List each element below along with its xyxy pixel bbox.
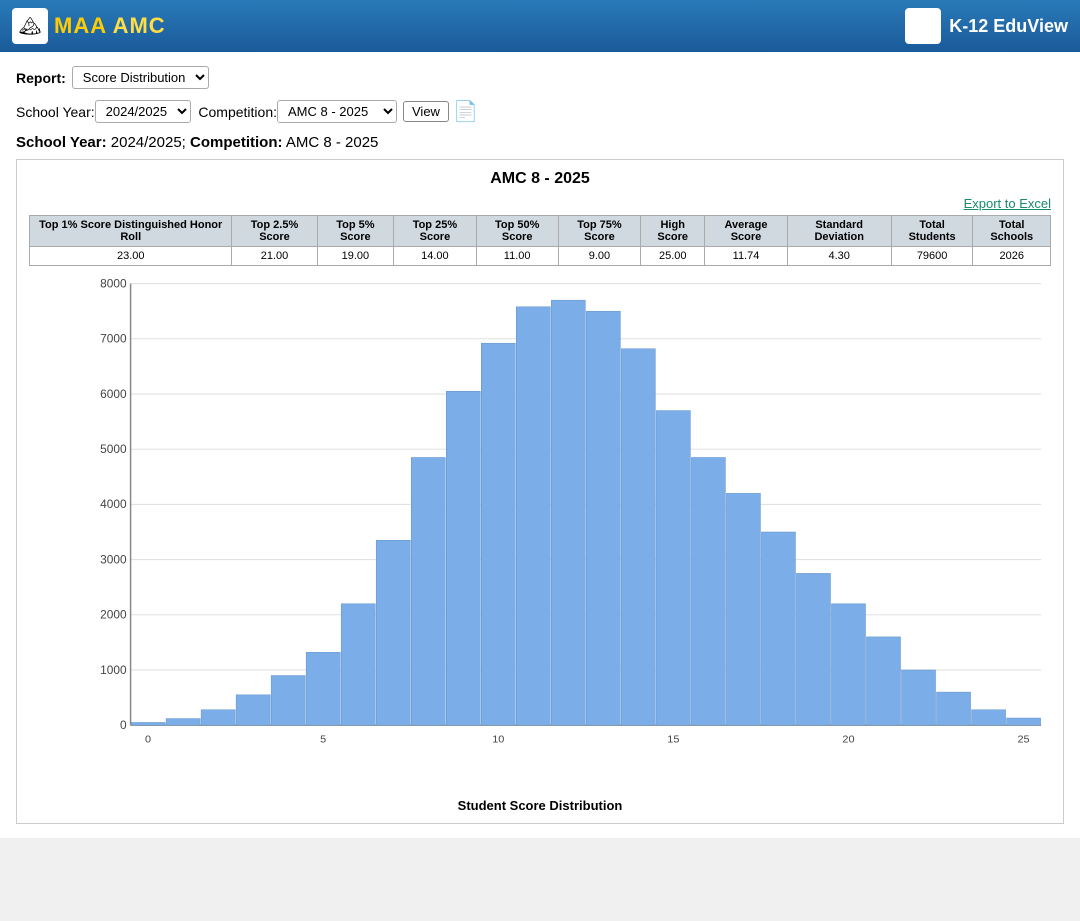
svg-text:0: 0 (145, 734, 151, 746)
report-select[interactable]: Score Distribution (72, 66, 209, 89)
export-link[interactable]: Export to Excel (29, 196, 1051, 211)
val-high: 25.00 (641, 247, 705, 266)
svg-text:3000: 3000 (100, 554, 127, 567)
col-top25pct: Top 25% Score (394, 216, 476, 247)
competition-select[interactable]: AMC 8 - 2025 (277, 100, 397, 123)
col-top1: Top 1% Score Distinguished Honor Roll (30, 216, 232, 247)
col-top25: Top 2.5% Score (232, 216, 317, 247)
info-school-value: 2024/2025 (111, 134, 182, 151)
settings-icon[interactable]: ⚙ (905, 8, 941, 44)
logo-icon: 🏔 (12, 8, 48, 44)
val-schools: 2026 (973, 247, 1051, 266)
svg-text:6000: 6000 (100, 388, 127, 401)
svg-text:20: 20 (842, 734, 854, 746)
report-row: Report: Score Distribution (16, 66, 1064, 89)
x-axis-label: Student Score Distribution (29, 798, 1051, 813)
app-title: K-12 EduView (949, 16, 1068, 37)
col-students: Total Students (891, 216, 973, 247)
svg-text:5000: 5000 (100, 443, 127, 456)
svg-text:0: 0 (120, 719, 127, 732)
info-comp-label: Competition: (190, 134, 282, 151)
col-top5: Top 5% Score (317, 216, 394, 247)
svg-text:7000: 7000 (100, 333, 127, 346)
table-header-row: Top 1% Score Distinguished Honor Roll To… (30, 216, 1051, 247)
val-top25pct: 14.00 (394, 247, 476, 266)
info-row: School Year: 2024/2025; Competition: AMC… (16, 134, 1064, 151)
col-top75: Top 75% Score (558, 216, 640, 247)
logo-text: MAA AMC (54, 13, 166, 39)
header-right: ⚙ K-12 EduView (905, 8, 1068, 44)
school-year-select[interactable]: 2024/2025 (95, 100, 191, 123)
col-high: High Score (641, 216, 705, 247)
main-content: Report: Score Distribution School Year: … (0, 52, 1080, 838)
school-year-label: School Year: (16, 104, 95, 120)
competition-label: Competition: (198, 104, 277, 120)
val-avg: 11.74 (705, 247, 787, 266)
val-top50: 11.00 (476, 247, 558, 266)
svg-text:8000: 8000 (100, 278, 127, 291)
val-top1: 23.00 (30, 247, 232, 266)
val-top5: 19.00 (317, 247, 394, 266)
info-comp-value: AMC 8 - 2025 (286, 134, 379, 151)
svg-text:25: 25 (1018, 734, 1030, 746)
svg-text:2000: 2000 (100, 609, 127, 622)
info-school-label: School Year: (16, 134, 107, 151)
report-label: Report: (16, 70, 66, 86)
col-schools: Total Schools (973, 216, 1051, 247)
col-avg: Average Score (705, 216, 787, 247)
histogram-container: 0 1000 2000 3000 4000 5000 6000 7000 8000 0 5 10 15 2… (29, 274, 1051, 794)
pdf-icon[interactable]: 📄 (453, 99, 478, 124)
svg-text:1000: 1000 (100, 664, 127, 677)
col-top50: Top 50% Score (476, 216, 558, 247)
view-button[interactable]: View (403, 101, 449, 122)
logo: 🏔 MAA AMC (12, 8, 166, 44)
col-stddev: Standard Deviation (787, 216, 891, 247)
svg-text:4000: 4000 (100, 498, 127, 511)
app-header: 🏔 MAA AMC ⚙ K-12 EduView (0, 0, 1080, 52)
val-stddev: 4.30 (787, 247, 891, 266)
svg-text:15: 15 (667, 734, 679, 746)
stats-table: Top 1% Score Distinguished Honor Roll To… (29, 215, 1051, 266)
histogram-svg: 0 1000 2000 3000 4000 5000 6000 7000 8000 0 5 10 15 2… (79, 274, 1051, 754)
val-students: 79600 (891, 247, 973, 266)
chart-title: AMC 8 - 2025 (29, 170, 1051, 188)
chart-panel: AMC 8 - 2025 Export to Excel Top 1% Scor… (16, 159, 1064, 824)
filters-row: School Year: 2024/2025 Competition: AMC … (16, 99, 1064, 124)
table-data-row: 23.00 21.00 19.00 14.00 11.00 9.00 25.00… (30, 247, 1051, 266)
svg-text:10: 10 (492, 734, 504, 746)
val-top25: 21.00 (232, 247, 317, 266)
svg-text:5: 5 (320, 734, 326, 746)
val-top75: 9.00 (558, 247, 640, 266)
